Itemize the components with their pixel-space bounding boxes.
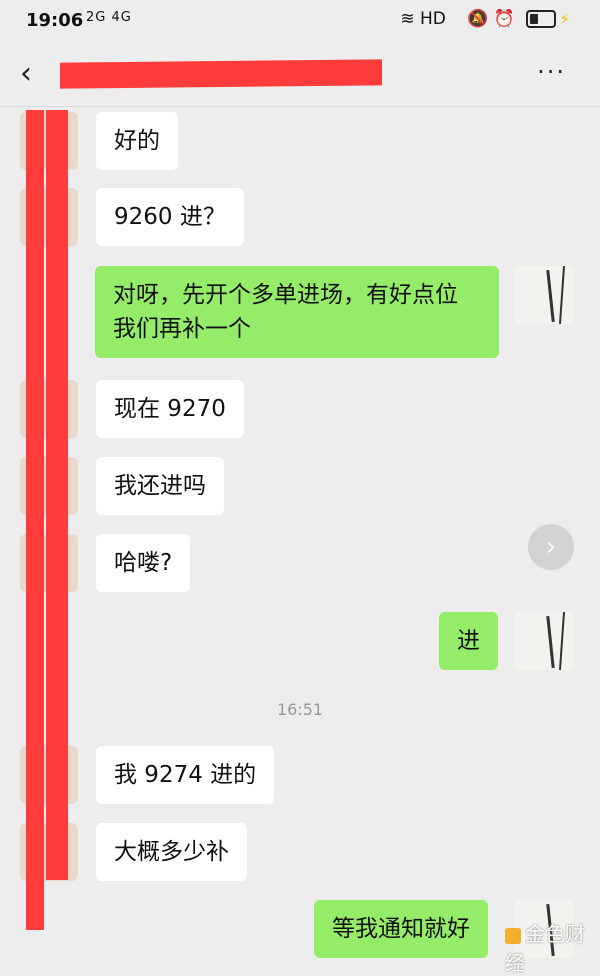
- status-right: ≋ HD 🔕 ⏰ ⚡: [400, 9, 570, 29]
- forward-button[interactable]: ›: [528, 524, 574, 570]
- charging-icon: ⚡: [559, 10, 570, 28]
- redaction-bar: [26, 110, 44, 930]
- message-bubble-outgoing[interactable]: 进: [439, 612, 498, 670]
- message-bubble-incoming[interactable]: 现在 9270: [96, 380, 244, 438]
- alarm-icon: ⏰: [493, 9, 516, 29]
- back-button[interactable]: ‹: [20, 56, 32, 91]
- message-bubble-incoming[interactable]: 大概多少补: [96, 823, 247, 881]
- battery-icon: [526, 10, 557, 28]
- redacted-chat-title: [60, 59, 382, 89]
- mute-icon: 🔕: [467, 9, 489, 29]
- watermark: 金色财经: [505, 918, 600, 976]
- message-bubble-incoming[interactable]: 好的: [96, 112, 178, 170]
- message-timestamp: 16:51: [276, 700, 324, 719]
- chat-header: ‹ ···: [0, 44, 600, 107]
- wifi-icon: ≋: [400, 9, 415, 29]
- message-bubble-outgoing[interactable]: 对呀，先开个多单进场，有好点位 我们再补一个: [95, 266, 499, 358]
- network-label: HD: [420, 9, 446, 29]
- message-bubble-incoming[interactable]: 我 9274 进的: [96, 746, 275, 804]
- message-bubble-outgoing[interactable]: 等我通知就好: [314, 900, 488, 958]
- message-bubble-incoming[interactable]: 哈喽?: [96, 534, 191, 592]
- signal-icon: 2G 4G: [86, 10, 132, 25]
- logo-icon: [505, 927, 521, 944]
- redaction-bar: [46, 110, 68, 880]
- avatar[interactable]: [515, 266, 573, 324]
- message-bubble-incoming[interactable]: 9260 进？: [96, 188, 244, 246]
- more-button[interactable]: ···: [537, 58, 566, 86]
- status-bar: 19:06 2G 4G ≋ HD 🔕 ⏰ ⚡: [0, 0, 600, 44]
- message-bubble-incoming[interactable]: 我还进吗: [96, 457, 224, 515]
- avatar[interactable]: [515, 612, 573, 670]
- status-time: 19:06: [26, 10, 84, 31]
